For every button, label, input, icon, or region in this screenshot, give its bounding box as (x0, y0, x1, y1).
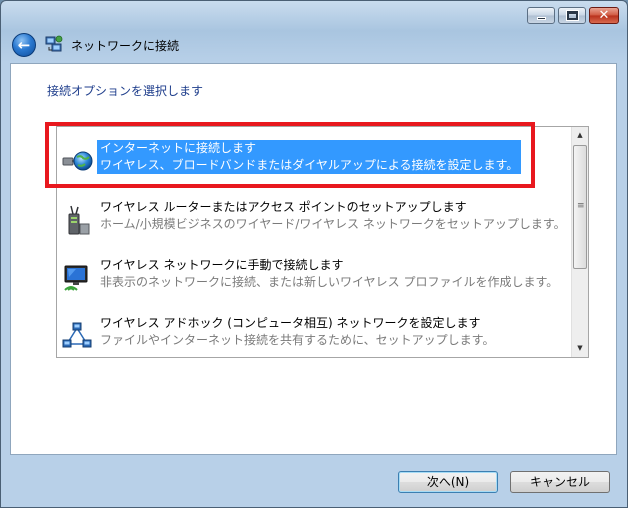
option-adhoc-network[interactable]: ワイヤレス アドホック (コンピュータ相互) ネットワークを設定します ファイル… (57, 312, 572, 357)
option-manual-wireless[interactable]: ワイヤレス ネットワークに手動で接続します 非表示のネットワークに接続、または新… (57, 254, 572, 300)
option-description: 非表示のネットワークに接続、または新しいワイヤレス プロファイルを作成します。 (100, 275, 559, 289)
scroll-up-icon[interactable]: ▲ (572, 127, 588, 144)
cancel-button[interactable]: キャンセル (510, 471, 610, 493)
network-wizard-icon (45, 35, 63, 52)
option-router-setup[interactable]: ワイヤレス ルーターまたはアクセス ポイントのセットアップします ホーム/小規模… (57, 196, 572, 242)
router-icon (68, 205, 90, 235)
maximize-icon (566, 10, 579, 21)
minimize-icon (537, 17, 546, 20)
adhoc-network-icon (62, 322, 92, 348)
option-title: ワイヤレス ネットワークに手動で接続します (100, 258, 344, 272)
option-title: ワイヤレス ルーターまたはアクセス ポイントのセットアップします (100, 200, 467, 214)
wizard-content-panel: 接続オプションを選択します インターネットに接続します ワイヤレス、ブロードバン… (10, 63, 617, 455)
option-description: ファイルやインターネット接続を共有するために、セットアップします。 (100, 333, 495, 347)
network-connect-window: ✕ ← ネットワークに接続 接続オプションを選択します インターネットに接続しま… (0, 0, 628, 508)
close-button[interactable]: ✕ (589, 7, 619, 24)
red-highlight-annotation (45, 122, 535, 188)
page-subtitle: 接続オプションを選択します (47, 84, 204, 98)
minimize-button[interactable] (527, 7, 555, 24)
window-title: ネットワークに接続 (71, 39, 180, 53)
option-title: ワイヤレス アドホック (コンピュータ相互) ネットワークを設定します (100, 316, 481, 330)
maximize-button[interactable] (558, 7, 586, 24)
option-description: ホーム/小規模ビジネスのワイヤード/ワイヤレス ネットワークをセットアップします… (100, 217, 566, 231)
grip-icon: ≡ (577, 201, 585, 211)
close-icon: ✕ (598, 8, 610, 23)
scroll-down-icon[interactable]: ▼ (572, 340, 588, 357)
scroll-thumb[interactable]: ≡ (573, 145, 587, 269)
back-arrow-icon: ← (17, 35, 31, 54)
back-button[interactable]: ← (12, 33, 36, 57)
monitor-wireless-icon (64, 265, 88, 291)
list-scrollbar[interactable]: ▲ ≡ ▼ (571, 127, 588, 357)
next-button[interactable]: 次へ(N) (398, 471, 498, 493)
